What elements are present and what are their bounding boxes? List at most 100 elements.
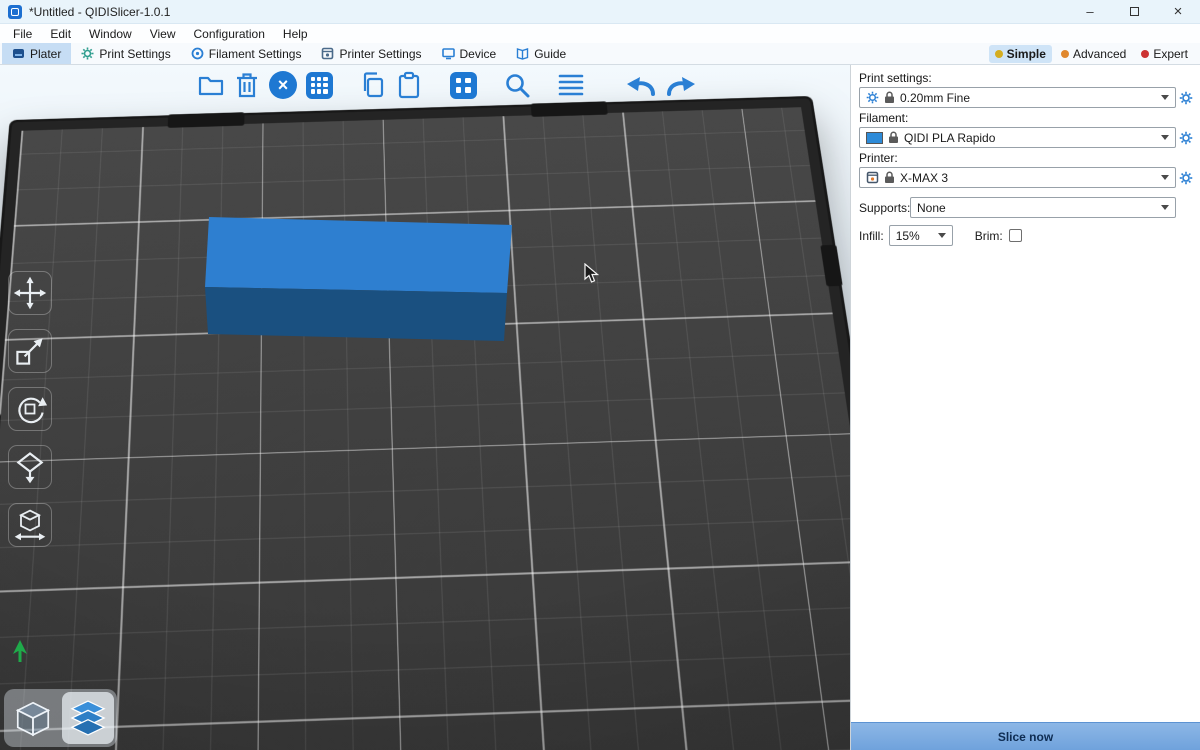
preview-layers-icon (66, 696, 110, 740)
place-on-face-gizmo-button[interactable] (8, 445, 52, 489)
minimize-icon: – (1086, 4, 1093, 19)
print-bed[interactable] (0, 98, 850, 750)
gizmo-toolbar (8, 271, 52, 547)
filament-color-swatch (866, 132, 883, 144)
gear-icon (1179, 131, 1193, 145)
menu-edit[interactable]: Edit (41, 27, 80, 41)
split-objects-icon (450, 72, 477, 99)
chevron-down-icon (1161, 135, 1169, 140)
infill-combo[interactable]: 15% (889, 225, 953, 246)
titlebar: *Untitled - QIDISlicer-1.0.1 – × (0, 0, 1200, 24)
tab-bar: Plater Print Settings Filament Settings … (0, 43, 1200, 65)
variable-layer-height-button[interactable] (556, 70, 586, 100)
mode-advanced[interactable]: Advanced (1055, 45, 1132, 63)
maximize-button[interactable] (1112, 0, 1156, 23)
menu-configuration[interactable]: Configuration (185, 27, 274, 41)
chevron-down-icon (938, 233, 946, 238)
chevron-down-icon (1161, 95, 1169, 100)
move-icon (12, 275, 48, 311)
tab-label: Printer Settings (339, 47, 421, 61)
maximize-icon (1130, 7, 1139, 16)
redo-icon (665, 72, 697, 98)
minimize-button[interactable]: – (1068, 0, 1112, 23)
filament-row: QIDI PLA Rapido (859, 127, 1196, 148)
filament-combo[interactable]: QIDI PLA Rapido (859, 127, 1176, 148)
undo-button[interactable] (624, 70, 658, 100)
close-button[interactable]: × (1156, 0, 1200, 23)
tab-plater[interactable]: Plater (2, 43, 71, 64)
chevron-down-icon (1161, 175, 1169, 180)
mode-label: Advanced (1073, 47, 1126, 61)
trash-icon (234, 71, 260, 99)
tab-filament-settings[interactable]: Filament Settings (181, 43, 312, 64)
split-objects-button[interactable] (448, 70, 478, 100)
tab-guide[interactable]: Guide (506, 43, 576, 64)
menu-view[interactable]: View (141, 27, 185, 41)
mode-label: Expert (1153, 47, 1188, 61)
supports-row: Supports: None (859, 197, 1196, 218)
printer-icon (866, 171, 879, 184)
mode-switcher: Simple Advanced Expert (989, 43, 1200, 64)
filament-value: QIDI PLA Rapido (904, 131, 1156, 145)
simple-mode-dot-icon (995, 50, 1003, 58)
tab-print-settings[interactable]: Print Settings (71, 43, 180, 64)
paste-button[interactable] (394, 70, 424, 100)
3d-viewport[interactable]: × (0, 65, 850, 750)
mode-label: Simple (1007, 47, 1046, 61)
y-axis-arrow-icon (12, 640, 28, 662)
search-button[interactable] (502, 70, 532, 100)
open-button[interactable] (196, 70, 226, 100)
expert-mode-dot-icon (1141, 50, 1149, 58)
3d-editor-view-button[interactable] (7, 692, 59, 744)
settings-sidebar: Print settings: 0.20mm Fine Filament: QI… (850, 65, 1200, 750)
delete-button[interactable] (232, 70, 262, 100)
mode-simple[interactable]: Simple (989, 45, 1052, 63)
preview-layers-view-button[interactable] (62, 692, 114, 744)
print-settings-combo[interactable]: 0.20mm Fine (859, 87, 1176, 108)
supports-combo[interactable]: None (910, 197, 1176, 218)
menu-help[interactable]: Help (274, 27, 317, 41)
printer-gear-button[interactable] (1176, 171, 1196, 185)
print-settings-gear-button[interactable] (1176, 91, 1196, 105)
main-area: × (0, 65, 1200, 750)
redo-button[interactable] (664, 70, 698, 100)
menu-window[interactable]: Window (80, 27, 141, 41)
chevron-down-icon (1161, 205, 1169, 210)
filament-label: Filament: (859, 111, 1196, 125)
delete-all-icon: × (269, 71, 297, 99)
rotate-gizmo-button[interactable] (8, 387, 52, 431)
print-settings-label: Print settings: (859, 71, 1196, 85)
filament-icon (191, 47, 204, 60)
supports-value: None (917, 201, 1156, 215)
measure-gizmo-button[interactable] (8, 503, 52, 547)
infill-brim-row: Infill: 15% Brim: (859, 225, 1196, 246)
mode-expert[interactable]: Expert (1135, 45, 1194, 63)
bed-clip (0, 414, 1, 460)
close-icon: × (1174, 3, 1183, 20)
printer-combo[interactable]: X-MAX 3 (859, 167, 1176, 188)
search-icon (503, 71, 531, 99)
gear-icon (1179, 91, 1193, 105)
window-controls: – × (1068, 0, 1200, 23)
arrange-button[interactable] (304, 70, 334, 100)
bed-clip (820, 245, 842, 287)
filament-gear-button[interactable] (1176, 131, 1196, 145)
gear-icon (1179, 171, 1193, 185)
copy-button[interactable] (358, 70, 388, 100)
menu-file[interactable]: File (4, 27, 41, 41)
move-gizmo-button[interactable] (8, 271, 52, 315)
delete-all-button[interactable]: × (268, 70, 298, 100)
scale-gizmo-button[interactable] (8, 329, 52, 373)
tab-label: Guide (534, 47, 566, 61)
tab-device[interactable]: Device (432, 43, 507, 64)
infill-value: 15% (896, 229, 933, 243)
arrange-icon (306, 72, 333, 99)
printer-label: Printer: (859, 151, 1196, 165)
tab-printer-settings[interactable]: Printer Settings (311, 43, 431, 64)
slice-now-button[interactable]: Slice now (851, 722, 1200, 750)
app-logo-icon (8, 5, 22, 19)
tab-label: Plater (30, 47, 61, 61)
infill-label: Infill: (859, 229, 884, 243)
brim-checkbox[interactable] (1009, 229, 1022, 242)
scale-icon (12, 333, 48, 369)
